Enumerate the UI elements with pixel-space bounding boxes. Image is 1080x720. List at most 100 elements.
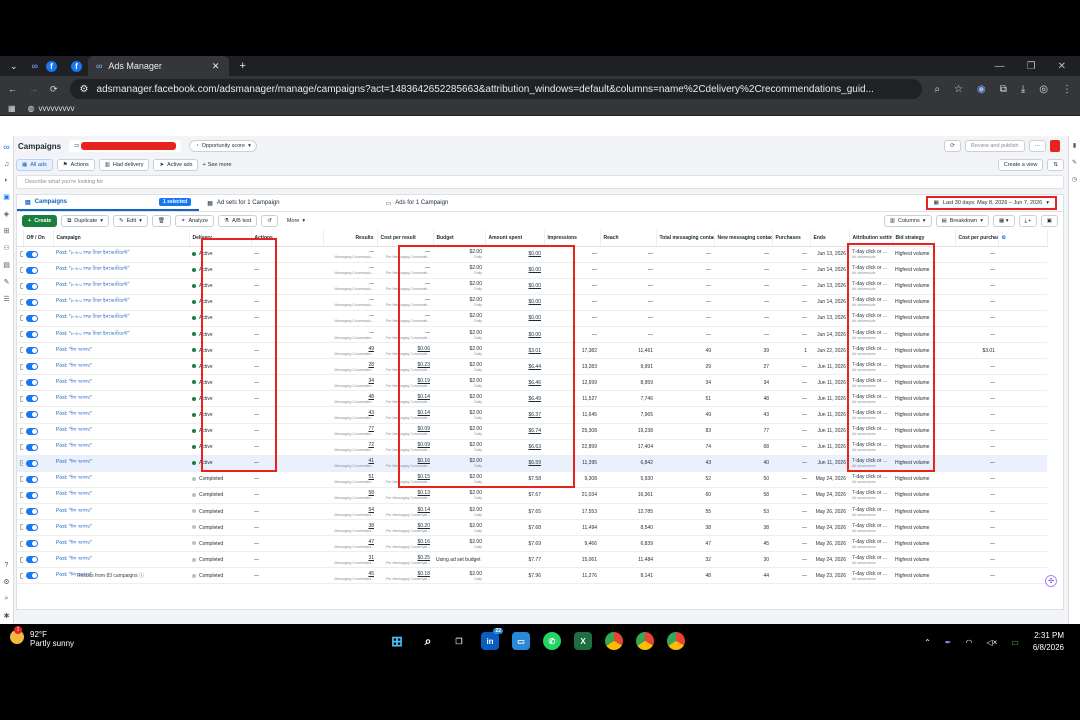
toggle-cell[interactable] (23, 487, 53, 505)
column-header-attribution[interactable]: Attribution setting (849, 230, 893, 247)
tab-ads-manager[interactable]: ∞ Ads Manager ✕ (87, 56, 230, 76)
toggle-cell[interactable] (23, 342, 53, 360)
toggle-cell[interactable] (23, 406, 53, 424)
profile-icon[interactable]: ◎ (1039, 84, 1048, 95)
checkbox[interactable] (20, 395, 23, 402)
column-header-cost-per-result[interactable]: Cost per result (377, 230, 434, 247)
table-row[interactable]: Post: "ঈদ অফার" Active —49 Messaging Conver… (17, 342, 1047, 360)
checkbox[interactable] (20, 266, 23, 273)
column-header-onoff[interactable]: Off / On (23, 230, 54, 247)
on-off-toggle[interactable] (26, 395, 38, 403)
column-header-results[interactable]: Results (323, 230, 378, 247)
menu-icon[interactable]: ⋮ (1062, 84, 1072, 95)
checkbox[interactable] (20, 524, 23, 531)
ai-assistant-icon[interactable]: ✣ (1045, 575, 1057, 587)
table-row[interactable]: ✓Post: "ঈদ অফার"Active—41Messaging Conve… (17, 455, 1047, 472)
selected-chip[interactable]: 1 selected (159, 198, 192, 206)
export-button[interactable]: ⤓ ▾ (1018, 215, 1037, 227)
checkbox[interactable] (20, 379, 23, 386)
pen-icon[interactable]: ✒ (945, 638, 952, 647)
filter-had-delivery[interactable]: ▥ Had delivery (98, 159, 150, 171)
toggle-cell[interactable] (23, 439, 53, 456)
column-header-delivery[interactable]: Delivery (189, 230, 252, 247)
checkbox[interactable] (20, 508, 23, 515)
toggle-cell[interactable] (23, 551, 53, 569)
table-row[interactable]: Post: "ঈদ অফার" Active —72 Messaging Conver… (17, 439, 1047, 456)
campaigns-icon[interactable]: ▣ (3, 193, 10, 201)
checkbox[interactable] (20, 299, 23, 306)
on-off-toggle[interactable] (26, 572, 38, 580)
checkbox[interactable] (20, 347, 23, 354)
toggle-cell[interactable] (23, 358, 53, 376)
duplicate-button[interactable]: ⧉ Duplicate ▾ (61, 215, 109, 227)
clock[interactable]: 2:31 PM 6/8/2026 (1033, 630, 1064, 654)
column-header-bid-strategy[interactable]: Bid strategy (892, 230, 956, 247)
checkbox[interactable] (20, 411, 23, 418)
column-settings-header[interactable]: ⚙ (998, 230, 1048, 247)
campaign-name[interactable]: Post: "ঈদ অফার" (53, 439, 189, 456)
table-row[interactable]: Post: "ঈদ অফার" Active —77 Messaging Conver… (17, 423, 1047, 440)
filter-actions[interactable]: ⚑ Actions (56, 159, 95, 171)
column-header-reach[interactable]: Reach (600, 230, 657, 247)
toggle-cell[interactable] (23, 455, 53, 472)
column-header-amount-spent[interactable]: Amount spent (485, 230, 545, 247)
column-header-cost-per-purchase[interactable]: Cost per purchase (955, 230, 999, 247)
minimize-icon[interactable]: — (995, 61, 1005, 72)
campaign-name[interactable]: Post: "৮-৮০ লক্ষ টাকা ইনভেস্টমেন্ট" (53, 262, 189, 279)
on-off-toggle[interactable] (26, 475, 38, 483)
review-publish-button[interactable]: Review and publish (964, 140, 1025, 152)
facebook-tab-icon-2[interactable]: f (70, 60, 82, 72)
column-header-actions[interactable]: Actions (251, 230, 324, 247)
chevron-down-icon[interactable]: ⌄ (4, 61, 24, 72)
columns-button[interactable]: ▥ Columns ▾ (883, 215, 932, 227)
site-info-icon[interactable]: ⚙ (80, 84, 89, 95)
filter-active-ads[interactable]: ➤ Active ads (153, 159, 199, 171)
campaign-name[interactable]: Post: "ঈদ অফার" (53, 551, 189, 569)
history-icon[interactable]: ◷ (1072, 176, 1077, 183)
campaign-name[interactable]: Post: "৮-৮০ লক্ষ টাকা ইনভেস্টমেন্ট" (53, 246, 189, 263)
puzzle-icon[interactable]: ⧉ (1000, 84, 1007, 95)
on-off-toggle[interactable] (26, 508, 38, 516)
maximize-icon[interactable]: ❐ (1027, 61, 1036, 72)
on-off-toggle[interactable] (26, 298, 38, 306)
all-tools-icon[interactable]: ☰ (3, 295, 9, 303)
table-row[interactable]: Post: "ঈদ অফার" Completed —51 Messaging Con… (17, 471, 1047, 488)
on-off-toggle[interactable] (26, 491, 38, 499)
chart-toggle-button[interactable]: ▣ (1040, 215, 1058, 227)
on-off-toggle[interactable] (26, 459, 38, 467)
checkbox[interactable]: ✓ (20, 460, 23, 467)
table-row[interactable]: Post: "৮-৮০ লক্ষ টাকা ইনভেস্টমেন্ট" Activ… (17, 294, 1047, 311)
gear-icon[interactable]: ⚙ (3, 578, 9, 586)
table-row[interactable]: Post: "ঈদ অফার" Active —43 Messaging Conver… (17, 406, 1047, 424)
column-header-total-messaging[interactable]: Total messaging contacts (656, 230, 715, 247)
chrome-icon[interactable] (605, 632, 623, 650)
search-icon[interactable]: ⌕ (5, 595, 9, 603)
campaign-name[interactable]: Post: "৮-৮০ লক্ষ টাকা ইনভেস্টমেন্ট" (53, 294, 189, 311)
table-row[interactable]: Post: "ঈদ অফার" Completed —47 Messaging Con… (17, 535, 1047, 553)
campaign-name[interactable]: Post: "ঈদ অফার" (53, 358, 189, 376)
column-header-purchases[interactable]: Purchases (772, 230, 811, 247)
meta-logo-icon[interactable]: ∞ (3, 142, 9, 152)
campaign-name[interactable]: Post: "ঈদ অফার" (53, 455, 189, 472)
toggle-cell[interactable] (23, 535, 53, 553)
table-row[interactable]: Post: "ঈদ অফার" Completed —54 Messaging Con… (17, 503, 1047, 521)
column-header-ends[interactable]: Ends (810, 230, 850, 247)
campaign-name[interactable]: Post: "ঈদ অফার" (53, 503, 189, 521)
toggle-cell[interactable] (23, 390, 53, 408)
edit-button[interactable]: ✎ Edit ▾ (112, 215, 148, 227)
edit-icon[interactable]: ✎ (1072, 159, 1077, 166)
windows-start-icon[interactable]: ⊞ (388, 632, 406, 650)
on-off-toggle[interactable] (26, 250, 38, 258)
billing-icon[interactable]: ⊞ (4, 227, 10, 235)
chrome-profile-icon-2[interactable] (667, 632, 685, 650)
toggle-cell[interactable] (23, 471, 53, 488)
bookmark-item[interactable]: ◍ vvvvvvvvv (28, 104, 75, 113)
breakdown-button[interactable]: ▤ Breakdown ▾ (935, 215, 990, 227)
undo-button[interactable]: ↺ (261, 215, 278, 227)
toggle-cell[interactable] (23, 246, 53, 263)
on-off-toggle[interactable] (26, 363, 38, 371)
on-off-toggle[interactable] (26, 331, 38, 339)
table-row[interactable]: Post: "ঈদ অফার" Active —28 Messaging Conver… (17, 358, 1047, 376)
on-off-toggle[interactable] (26, 379, 38, 387)
checkbox[interactable] (20, 363, 23, 370)
